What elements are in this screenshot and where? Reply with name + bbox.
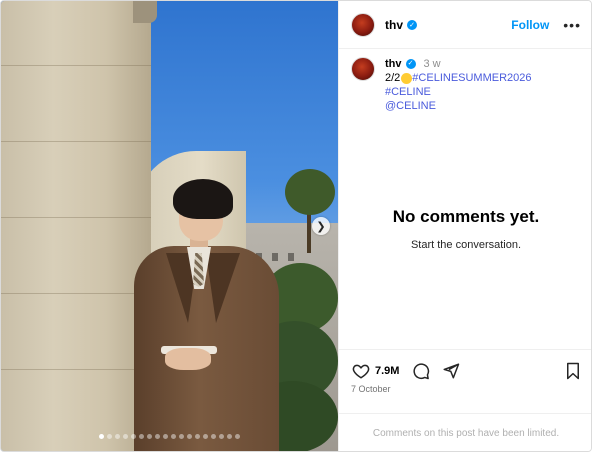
comments-empty-state: No comments yet. Start the conversation. bbox=[339, 207, 591, 251]
carousel-dot bbox=[195, 434, 200, 439]
post-actions: 7.9M 7 October bbox=[339, 349, 591, 423]
header-username[interactable]: thv bbox=[385, 18, 403, 32]
post-date[interactable]: 7 October bbox=[351, 384, 391, 394]
caption-time[interactable]: 3 w bbox=[424, 57, 441, 71]
empty-subtitle: Start the conversation. bbox=[410, 239, 522, 251]
smile-emoji-icon bbox=[401, 72, 413, 84]
mention-link[interactable]: @CELINE bbox=[385, 99, 532, 113]
verified-badge-icon: ✓ bbox=[407, 19, 417, 30]
carousel-dot bbox=[227, 434, 232, 439]
verified-badge-icon: ✓ bbox=[405, 59, 416, 69]
photo-person-hands bbox=[165, 348, 211, 370]
more-options-icon[interactable]: ••• bbox=[563, 18, 581, 32]
post-side-panel: thv ✓ Follow ••• thv ✓ 3 w 2/2 #CELINESU… bbox=[338, 1, 591, 451]
carousel-dot bbox=[155, 434, 160, 439]
carousel-dot bbox=[107, 434, 112, 439]
carousel-indicator bbox=[1, 434, 338, 440]
carousel-dot bbox=[115, 434, 120, 439]
photo-tree bbox=[285, 169, 335, 215]
photo-ledge bbox=[133, 1, 157, 23]
carousel-dot bbox=[99, 434, 104, 439]
carousel-dot bbox=[131, 434, 136, 439]
chevron-right-icon: ❯ bbox=[316, 220, 326, 233]
carousel-dot bbox=[123, 434, 128, 439]
post-media[interactable]: ❯ bbox=[1, 1, 338, 451]
likes-count[interactable]: 7.9M bbox=[375, 365, 399, 377]
bookmark-icon[interactable] bbox=[563, 361, 583, 381]
caption-text: 2/2 bbox=[385, 72, 401, 84]
carousel-dot bbox=[171, 434, 176, 439]
hashtag-link[interactable]: #CELINE bbox=[385, 85, 532, 99]
post-caption: thv ✓ 3 w 2/2 #CELINESUMMER2026 #CELINE … bbox=[351, 57, 586, 113]
post-header: thv ✓ Follow ••• bbox=[339, 1, 591, 49]
carousel-dot bbox=[203, 434, 208, 439]
carousel-dot bbox=[235, 434, 240, 439]
carousel-dot bbox=[147, 434, 152, 439]
comments-limited-notice: Comments on this post have been limited. bbox=[339, 413, 591, 451]
carousel-dot bbox=[139, 434, 144, 439]
photo-wall bbox=[1, 1, 151, 451]
caption-username[interactable]: thv bbox=[385, 57, 402, 71]
carousel-dot bbox=[211, 434, 216, 439]
carousel-dot bbox=[163, 434, 168, 439]
post-dialog: ❯ thv ✓ Follow ••• thv ✓ 3 w 2/2 #CELINE… bbox=[0, 0, 592, 452]
comment-bubble-icon[interactable] bbox=[411, 361, 431, 381]
paper-plane-icon[interactable] bbox=[441, 361, 461, 381]
photo-person-hair bbox=[173, 179, 233, 219]
carousel-dot bbox=[219, 434, 224, 439]
follow-button[interactable]: Follow bbox=[511, 18, 549, 32]
avatar[interactable] bbox=[351, 12, 375, 37]
hashtag-link[interactable]: #CELINESUMMER2026 bbox=[412, 71, 531, 85]
next-slide-button[interactable]: ❯ bbox=[312, 217, 330, 235]
carousel-dot bbox=[179, 434, 184, 439]
empty-title: No comments yet. bbox=[392, 207, 540, 226]
carousel-dot bbox=[187, 434, 192, 439]
caption-avatar[interactable] bbox=[351, 57, 375, 81]
heart-icon[interactable] bbox=[351, 361, 371, 381]
photo-tree-trunk bbox=[307, 213, 311, 253]
